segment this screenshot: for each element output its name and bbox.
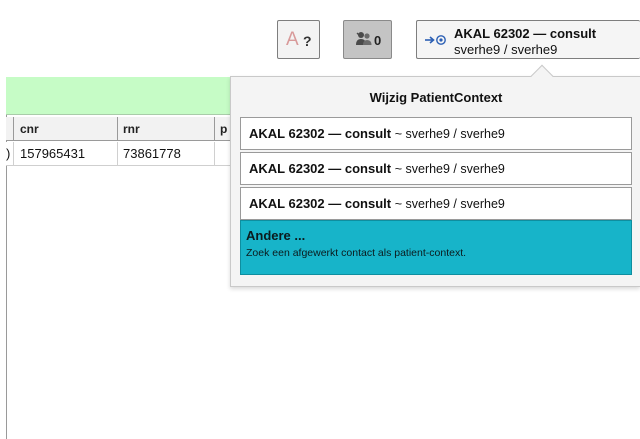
users-count: 0 — [374, 33, 382, 48]
context-switch-icon — [425, 35, 446, 45]
cell-lead: ) — [6, 146, 11, 161]
context-subtitle: sverhe9 / sverhe9 — [454, 42, 558, 57]
language-help-icon: A — [286, 29, 299, 50]
column-divider[interactable] — [117, 117, 118, 141]
context-title: AKAL 62302 — consult — [454, 26, 597, 41]
table-header: cnr rnr p — [6, 117, 230, 141]
context-option-title: AKAL 62302 — consult — [249, 126, 392, 141]
cell-divider — [117, 142, 118, 166]
patient-context-button[interactable]: AKAL 62302 — consult sverhe9 / sverhe9 — [416, 20, 640, 59]
column-header-rnr[interactable]: rnr — [123, 117, 203, 141]
patient-context-popup: Wijzig PatientContext AKAL 62302 — consu… — [230, 76, 640, 287]
language-button[interactable]: A ? — [277, 20, 320, 59]
table-row[interactable]: ) 157965431 73861778 — [6, 142, 230, 166]
cell-rnr: 73861778 — [123, 146, 181, 161]
cell-divider — [13, 142, 14, 166]
context-option[interactable]: AKAL 62302 — consult ~ sverhe9 / sverhe9 — [240, 187, 632, 220]
language-help-suffix: ? — [303, 33, 312, 49]
context-option-user: ~ sverhe9 / sverhe9 — [394, 197, 505, 211]
users-icon — [356, 32, 372, 45]
other-option-title: Andere ... — [246, 228, 306, 243]
context-option-title: AKAL 62302 — consult — [249, 196, 392, 211]
users-button[interactable]: 0 — [343, 20, 392, 59]
context-option[interactable]: AKAL 62302 — consult ~ sverhe9 / sverhe9 — [240, 152, 632, 185]
popup-title: Wijzig PatientContext — [369, 90, 503, 105]
column-header-cnr[interactable]: cnr — [20, 117, 82, 141]
context-option-title: AKAL 62302 — consult — [249, 161, 392, 176]
cell-p — [220, 142, 230, 166]
other-option-description: Zoek een afgewerkt contact als patient-c… — [246, 247, 467, 259]
column-divider — [13, 117, 14, 141]
column-divider[interactable] — [214, 117, 215, 141]
other-context-option[interactable]: Andere ... Zoek een afgewerkt contact al… — [240, 220, 632, 275]
context-option[interactable]: AKAL 62302 — consult ~ sverhe9 / sverhe9 — [240, 117, 632, 150]
context-option-user: ~ sverhe9 / sverhe9 — [394, 127, 505, 141]
green-header-band — [6, 77, 230, 115]
context-option-user: ~ sverhe9 / sverhe9 — [394, 162, 505, 176]
cell-cnr: 157965431 — [20, 146, 86, 161]
column-header-p[interactable]: p — [220, 117, 230, 141]
cell-divider — [214, 142, 215, 166]
